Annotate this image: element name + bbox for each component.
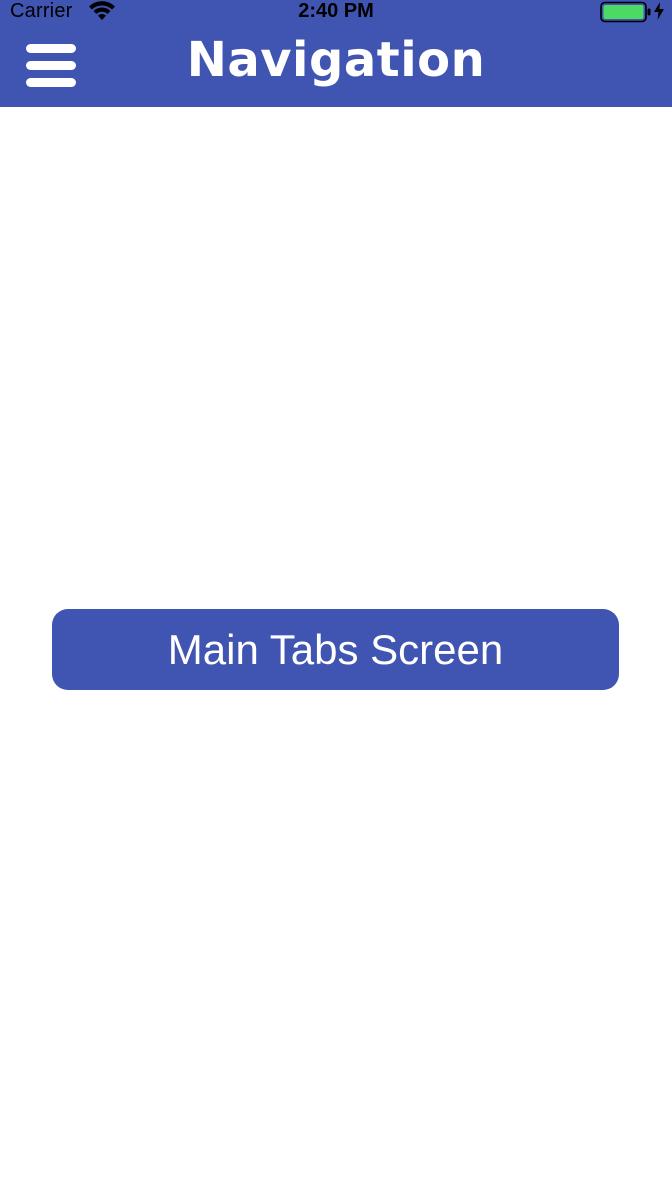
battery-icon [600,1,651,23]
main-tabs-screen-button[interactable]: Main Tabs Screen [52,609,619,690]
main-content: Main Tabs Screen [0,107,672,1188]
navigation-bar: Navigation [0,24,672,107]
status-time: 2:40 PM [298,0,374,22]
status-bar: Carrier 2:40 PM [0,0,672,24]
app-header: Carrier 2:40 PM Navigation [0,0,672,107]
page-title: Navigation [186,32,486,88]
charging-bolt-icon [654,2,664,20]
